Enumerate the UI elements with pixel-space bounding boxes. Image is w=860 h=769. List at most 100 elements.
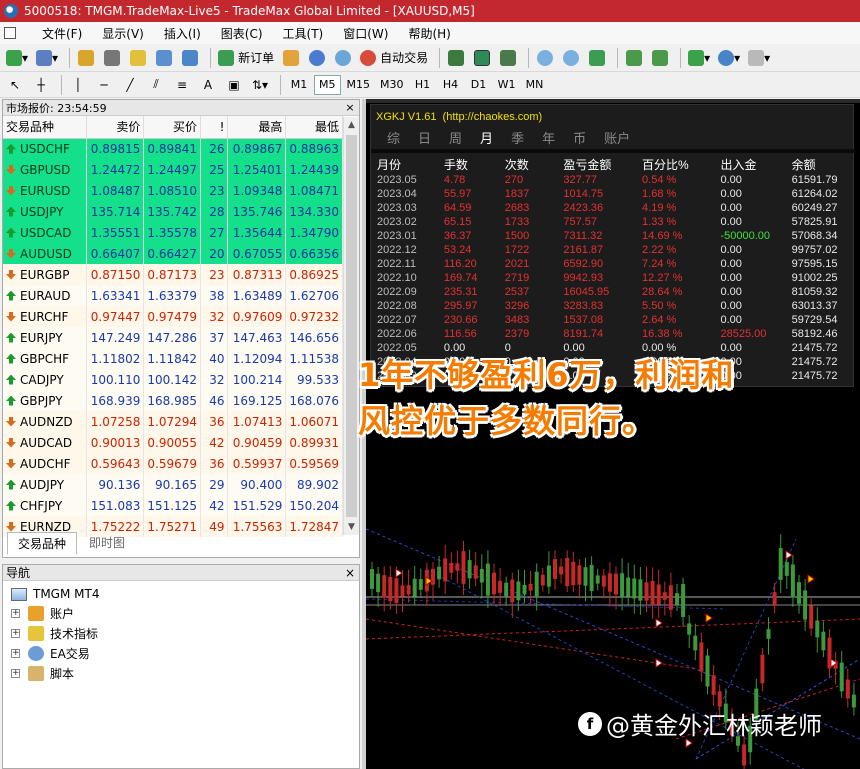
filter-tab[interactable]: 季 [511,128,524,147]
menu-view[interactable]: 显示(V) [102,25,144,42]
table-row[interactable]: AUDCAD 0.90013 0.90055 42 0.90459 0.89931 [3,432,343,453]
menu-window[interactable]: 窗口(W) [343,25,388,42]
column-header-bid[interactable]: 卖价 [86,116,145,139]
table-row[interactable]: CADJPY 100.110 100.142 32 100.214 99.533 [3,369,343,390]
table-row[interactable]: AUDUSD 0.66407 0.66427 20 0.67055 0.66356 [3,243,343,264]
table-row[interactable]: EURCHF 0.97447 0.97479 32 0.97609 0.97232 [3,306,343,327]
market-watch-scrollbar[interactable]: ▲ ▼ [343,117,359,535]
auto-trading-button[interactable]: 自动交易 [358,47,430,69]
filter-tab[interactable]: 币 [573,128,586,147]
table-row[interactable]: EURGBP 0.87150 0.87173 23 0.87313 0.86925 [3,264,343,285]
filter-tab[interactable]: 年 [542,128,555,147]
terminal-button[interactable] [153,47,175,69]
metaeditor-button[interactable] [280,47,302,69]
signals-button[interactable] [332,47,354,69]
table-row[interactable]: CHFJPY 151.083 151.125 42 151.529 150.204 [3,495,343,516]
expand-icon[interactable]: + [11,608,20,618]
filter-tab[interactable]: 周 [449,128,462,147]
table-row[interactable]: GBPUSD 1.24472 1.24497 25 1.25401 1.24439 [3,159,343,180]
menu-charts[interactable]: 图表(C) [221,25,263,42]
column-header-low[interactable]: 最低 [285,116,343,139]
timeframe-mn[interactable]: MN [522,75,548,95]
table-row[interactable]: AUDCHF 0.59643 0.59679 36 0.59937 0.59569 [3,453,343,474]
vertical-line-tool[interactable]: │ [67,74,89,96]
table-row[interactable]: EURAUD 1.63341 1.63379 38 1.63489 1.62706 [3,285,343,306]
timeframe-d1[interactable]: D1 [466,75,492,95]
zoom-in-button[interactable] [534,47,556,69]
column-header-high[interactable]: 最高 [227,116,287,139]
table-row[interactable]: AUDJPY 90.136 90.165 29 90.400 89.902 [3,474,343,495]
nav-item-indicators[interactable]: + 技术指标 [11,623,359,643]
filter-tab[interactable]: 综 [387,128,400,147]
scroll-down-icon[interactable]: ▼ [344,519,359,535]
timeframe-h4[interactable]: H4 [438,75,464,95]
nav-item-expert-advisors[interactable]: + EA交易 [11,643,359,663]
table-row[interactable]: GBPJPY 168.939 168.985 46 169.125 168.076 [3,390,343,411]
navigator-button[interactable] [127,47,149,69]
menu-file[interactable]: 文件(F) [42,25,82,42]
column-header-ask[interactable]: 买价 [143,116,202,139]
line-chart-button[interactable] [497,47,519,69]
horizontal-line-tool[interactable]: ─ [93,74,115,96]
cursor-tool[interactable]: ↖ [4,74,26,96]
text-tool[interactable]: A [197,74,219,96]
timeframe-m5[interactable]: M5 [314,74,341,95]
channel-tool[interactable]: ⫽ [145,74,167,96]
table-row[interactable]: USDJPY 135.714 135.742 28 135.746 134.330 [3,201,343,222]
close-icon[interactable]: × [344,101,356,114]
menu-icon[interactable] [4,27,22,39]
menu-help[interactable]: 帮助(H) [408,25,450,42]
candlestick-button[interactable] [471,47,493,69]
close-icon[interactable]: × [344,566,356,580]
filter-tab[interactable]: 账户 [604,128,630,147]
table-row[interactable]: EURUSD 1.08487 1.08510 23 1.09348 1.08471 [3,180,343,201]
timeframe-w1[interactable]: W1 [494,75,520,95]
tile-windows-button[interactable] [586,47,608,69]
table-row[interactable]: GBPCHF 1.11802 1.11842 40 1.12094 1.11538 [3,348,343,369]
scrollbar-thumb[interactable] [346,135,357,517]
table-row[interactable]: EURJPY 147.249 147.286 37 147.463 146.656 [3,327,343,348]
menu-tools[interactable]: 工具(T) [283,25,324,42]
data-window-button[interactable] [101,47,123,69]
expand-icon[interactable]: + [11,628,20,638]
timeframe-m1[interactable]: M1 [286,75,312,95]
menu-insert[interactable]: 插入(I) [164,25,201,42]
filter-tab[interactable]: 月 [480,128,493,147]
profiles-button[interactable]: ▾ [34,47,60,69]
scroll-up-icon[interactable]: ▲ [344,117,359,133]
filter-tab[interactable]: 日 [418,128,431,147]
label-tool[interactable]: ▣ [223,74,245,96]
arrows-tool[interactable]: ⇅▾ [249,74,271,96]
nav-root[interactable]: TMGM MT4 [11,585,359,603]
zoom-out-button[interactable] [560,47,582,69]
timeframe-m15[interactable]: M15 [343,75,375,95]
timeframe-h1[interactable]: H1 [410,75,436,95]
column-header-symbol[interactable]: 交易品种 [3,116,87,139]
indicators-button[interactable]: ▾ [686,47,712,69]
expand-icon[interactable]: + [11,668,20,678]
auto-scroll-button[interactable] [649,47,671,69]
fibonacci-tool[interactable]: ≡ [171,74,193,96]
trendline-tool[interactable]: ╱ [119,74,141,96]
nav-item-scripts[interactable]: + 脚本 [11,663,359,683]
periods-button[interactable]: ▾ [716,47,742,69]
new-order-button[interactable]: 新订单 [216,47,276,69]
templates-button[interactable]: ▾ [746,47,772,69]
community-button[interactable] [306,47,328,69]
table-row[interactable]: USDCAD 1.35551 1.35578 27 1.35644 1.34790 [3,222,343,243]
indicator-url[interactable]: (http://chaokes.com) [443,111,543,123]
tester-button[interactable] [179,47,201,69]
bar-chart-button[interactable] [445,47,467,69]
new-chart-button[interactable]: ▾ [4,47,30,69]
table-row[interactable]: USDCHF 0.89815 0.89841 26 0.89867 0.88963 [3,138,343,159]
nav-item-accounts[interactable]: + 账户 [11,603,359,623]
market-watch-button[interactable] [75,47,97,69]
crosshair-tool[interactable]: ┼ [30,74,52,96]
timeframe-m30[interactable]: M30 [376,75,408,95]
tab-symbols[interactable]: 交易品种 [7,532,78,555]
expand-icon[interactable]: + [11,648,20,658]
chart-shift-button[interactable] [623,47,645,69]
column-header-spread[interactable]: ! [200,116,229,139]
tab-tick-chart[interactable]: 即时图 [79,532,135,555]
table-row[interactable]: AUDNZD 1.07258 1.07294 36 1.07413 1.06071 [3,411,343,432]
